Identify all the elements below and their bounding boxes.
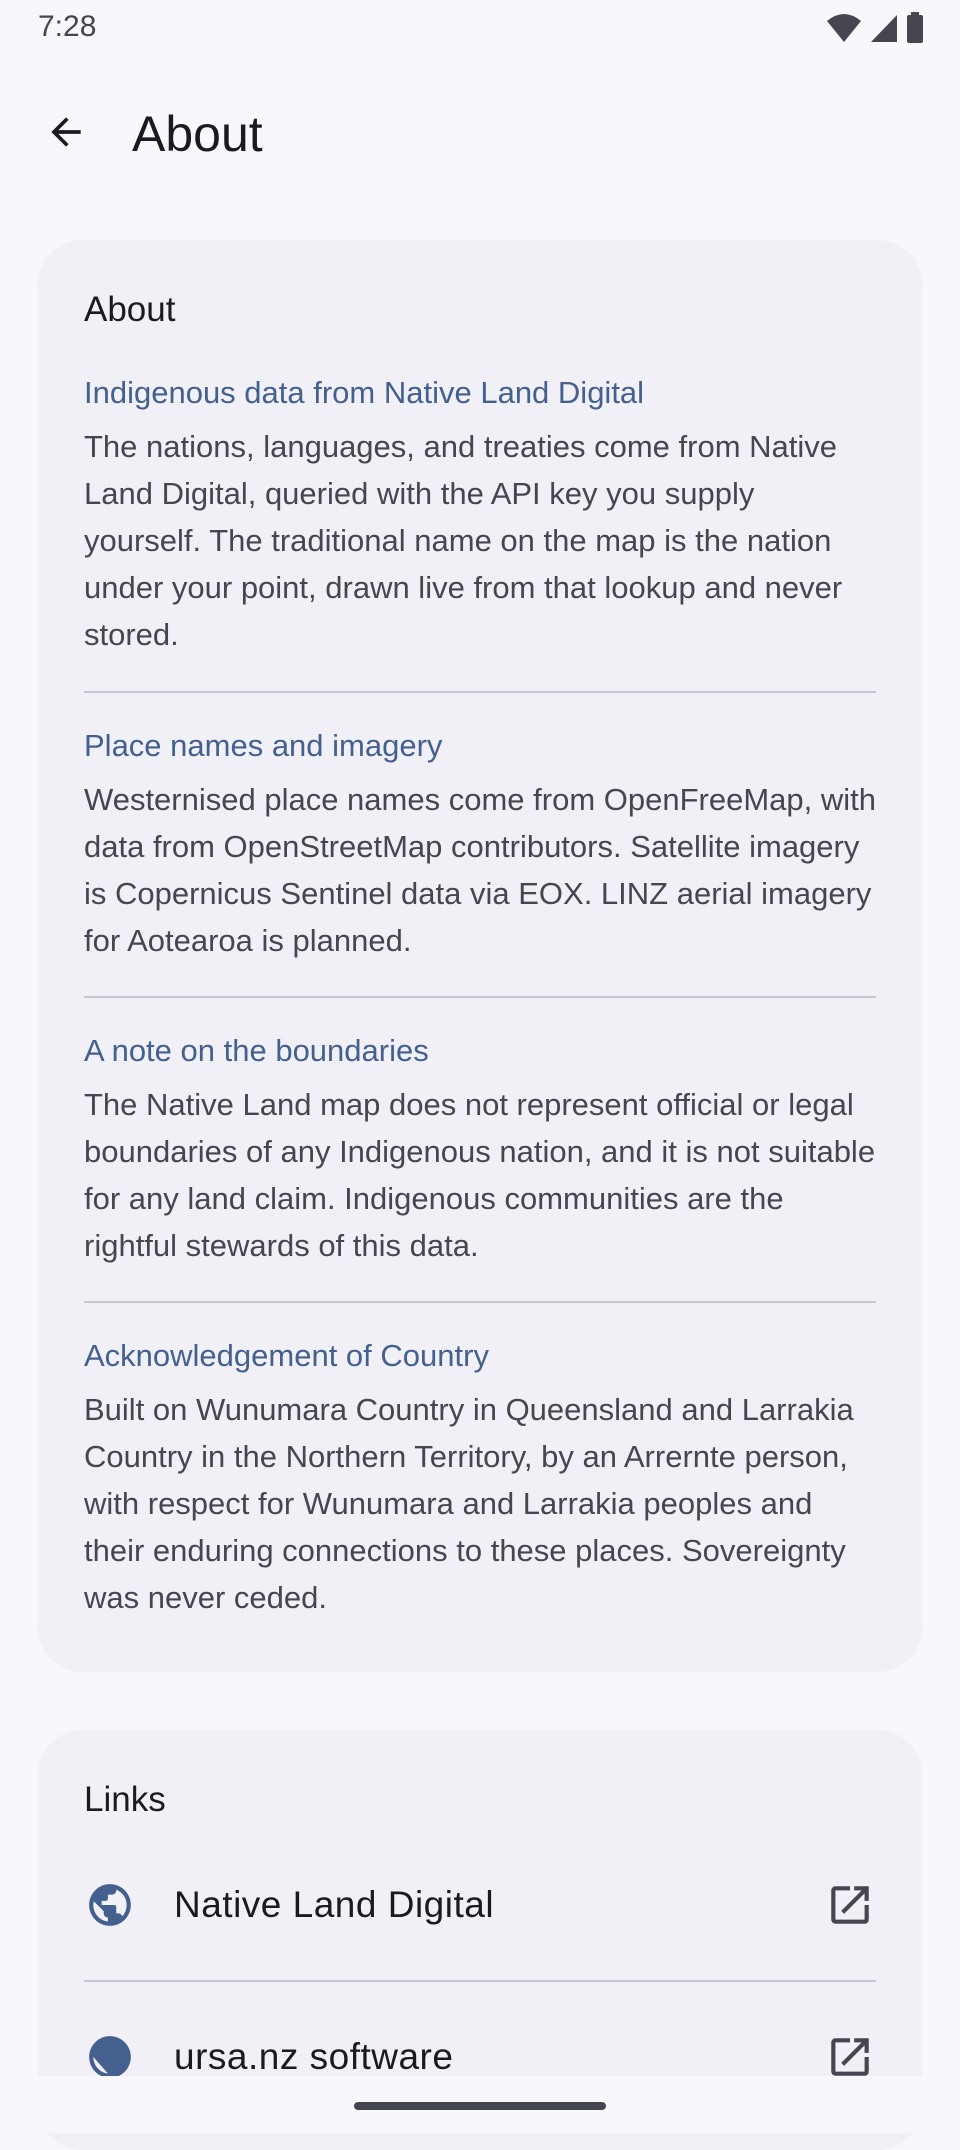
- section-title: Place names and imagery: [84, 728, 443, 763]
- status-bar: 7:28: [0, 0, 960, 56]
- section-body: The nations, languages, and treaties com…: [84, 429, 843, 652]
- about-card-heading: About: [84, 290, 176, 329]
- links-card-heading: Links: [84, 1780, 166, 1819]
- section-title: A note on the boundaries: [84, 1033, 429, 1068]
- section-body: Westernised place names come from OpenFr…: [84, 782, 876, 958]
- cellular-signal-icon: [870, 13, 898, 43]
- status-time: 7:28: [38, 10, 97, 43]
- divider: [84, 996, 876, 998]
- section-indigenous-data: Indigenous data from Native Land Digital…: [84, 373, 876, 658]
- link-label: Native Land Digital: [174, 1884, 495, 1925]
- section-place-names: Place names and imagery Westernised plac…: [84, 726, 876, 964]
- open-in-new-icon: [824, 1879, 876, 1931]
- divider: [84, 1980, 876, 1982]
- globe-icon: [84, 1879, 136, 1931]
- section-title: Indigenous data from Native Land Digital: [84, 375, 645, 410]
- section-body: The Native Land map does not represent o…: [84, 1087, 876, 1263]
- top-app-bar: About: [0, 80, 960, 180]
- section-title: Acknowledgement of Country: [84, 1338, 489, 1373]
- page-title: About: [132, 106, 263, 162]
- divider: [84, 691, 876, 693]
- link-native-land-digital[interactable]: Native Land Digital: [84, 1860, 876, 1950]
- gesture-navigation-handle[interactable]: [354, 2102, 606, 2110]
- back-button[interactable]: [32, 100, 100, 168]
- wifi-icon: [826, 13, 862, 43]
- arrow-back-icon: [44, 110, 88, 159]
- link-label: ursa.nz software: [174, 2036, 454, 2077]
- battery-icon: [906, 12, 924, 44]
- section-boundaries-note: A note on the boundaries The Native Land…: [84, 1031, 876, 1269]
- about-card: About Indigenous data from Native Land D…: [38, 240, 922, 1672]
- section-acknowledgement: Acknowledgement of Country Built on Wunu…: [84, 1336, 876, 1621]
- status-icons: [826, 12, 924, 44]
- divider: [84, 1301, 876, 1303]
- section-body: Built on Wunumara Country in Queensland …: [84, 1392, 854, 1615]
